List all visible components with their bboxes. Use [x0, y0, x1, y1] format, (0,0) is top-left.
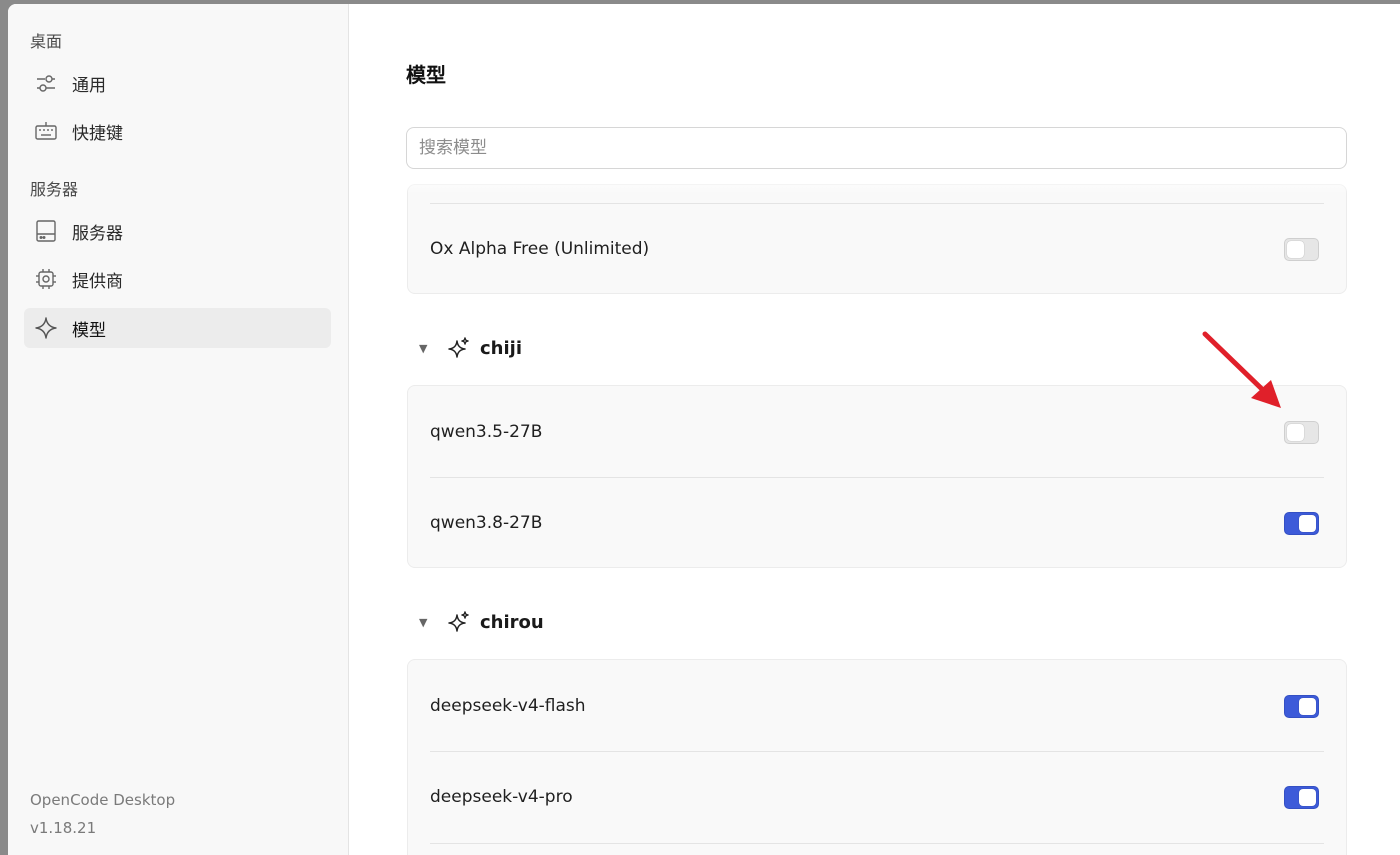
- caret-down-icon[interactable]: ▼: [419, 342, 433, 355]
- section-title-server: 服务器: [30, 180, 79, 199]
- model-name: qwen3.8-27B: [430, 513, 543, 533]
- toggle-knob: [1299, 697, 1316, 715]
- toggle-knob: [1287, 240, 1304, 258]
- model-row: Ox Alpha Free (Unlimited): [408, 203, 1346, 295]
- sidebar-item-providers[interactable]: 提供商: [24, 259, 331, 299]
- annotation-arrow-icon: [1202, 331, 1281, 408]
- toggle-knob: [1299, 514, 1316, 532]
- sidebar-item-label: 快捷键: [72, 123, 123, 144]
- model-toggle[interactable]: [1284, 420, 1319, 444]
- scroll-fade: [406, 172, 1347, 194]
- provider-name: chiji: [480, 337, 522, 359]
- toggle-knob: [1299, 788, 1316, 806]
- model-name: qwen3.5-27B: [430, 422, 543, 442]
- sidebar-item-models[interactable]: 模型: [24, 308, 331, 348]
- app-name: OpenCode Desktop: [30, 791, 176, 809]
- sidebar-item-shortcuts[interactable]: 快捷键: [24, 111, 331, 151]
- app-window: 桌面 通用 快捷键 服务器 服务器 提供商 模型 OpenCode Deskto…: [8, 4, 1400, 855]
- provider-group-header[interactable]: ▼ chirou: [419, 607, 544, 637]
- toggle-knob: [1287, 423, 1304, 441]
- model-row: deepseek-v4-flash: [408, 660, 1346, 752]
- sidebar-item-label: 通用: [72, 75, 106, 96]
- model-name: Ox Alpha Free (Unlimited): [430, 239, 650, 259]
- sidebar-item-label: 提供商: [72, 271, 123, 292]
- model-toggle[interactable]: [1284, 511, 1319, 535]
- model-toggle[interactable]: [1284, 785, 1319, 809]
- provider-name: chirou: [480, 611, 544, 633]
- model-toggle[interactable]: [1284, 694, 1319, 718]
- model-card: qwen3.5-27B qwen3.8-27B: [407, 385, 1347, 568]
- server-icon: [34, 219, 58, 243]
- page-title: 模型: [406, 63, 446, 87]
- model-card: Ox Alpha Free (Unlimited): [407, 184, 1347, 294]
- search-input[interactable]: [406, 127, 1347, 169]
- main-panel: 模型 Ox Alpha Free (Unlimited) ▼ chiji: [349, 4, 1400, 855]
- sidebar-item-label: 服务器: [72, 223, 123, 244]
- model-row: deepseek-v4-pro: [408, 751, 1346, 843]
- provider-group-header[interactable]: ▼ chiji: [419, 333, 522, 363]
- model-name: deepseek-v4-pro: [430, 787, 573, 807]
- sliders-icon: [34, 71, 58, 95]
- model-toggle[interactable]: [1284, 237, 1319, 261]
- model-name: deepseek-v4-flash: [430, 696, 586, 716]
- sidebar-item-server[interactable]: 服务器: [24, 211, 331, 251]
- sparkles-icon: [447, 336, 471, 360]
- app-version: v1.18.21: [30, 819, 97, 837]
- caret-down-icon[interactable]: ▼: [419, 616, 433, 629]
- sidebar: 桌面 通用 快捷键 服务器 服务器 提供商 模型 OpenCode Deskto…: [8, 4, 349, 855]
- row-divider: [430, 843, 1324, 844]
- chip-icon: [34, 267, 58, 291]
- sparkle-icon: [34, 316, 58, 340]
- sparkles-icon: [447, 610, 471, 634]
- model-row: qwen3.8-27B: [408, 477, 1346, 569]
- sidebar-item-general[interactable]: 通用: [24, 63, 331, 103]
- sidebar-item-label: 模型: [72, 320, 106, 341]
- model-card: deepseek-v4-flash deepseek-v4-pro: [407, 659, 1347, 855]
- section-title-desktop: 桌面: [30, 32, 63, 51]
- keyboard-icon: [34, 119, 58, 143]
